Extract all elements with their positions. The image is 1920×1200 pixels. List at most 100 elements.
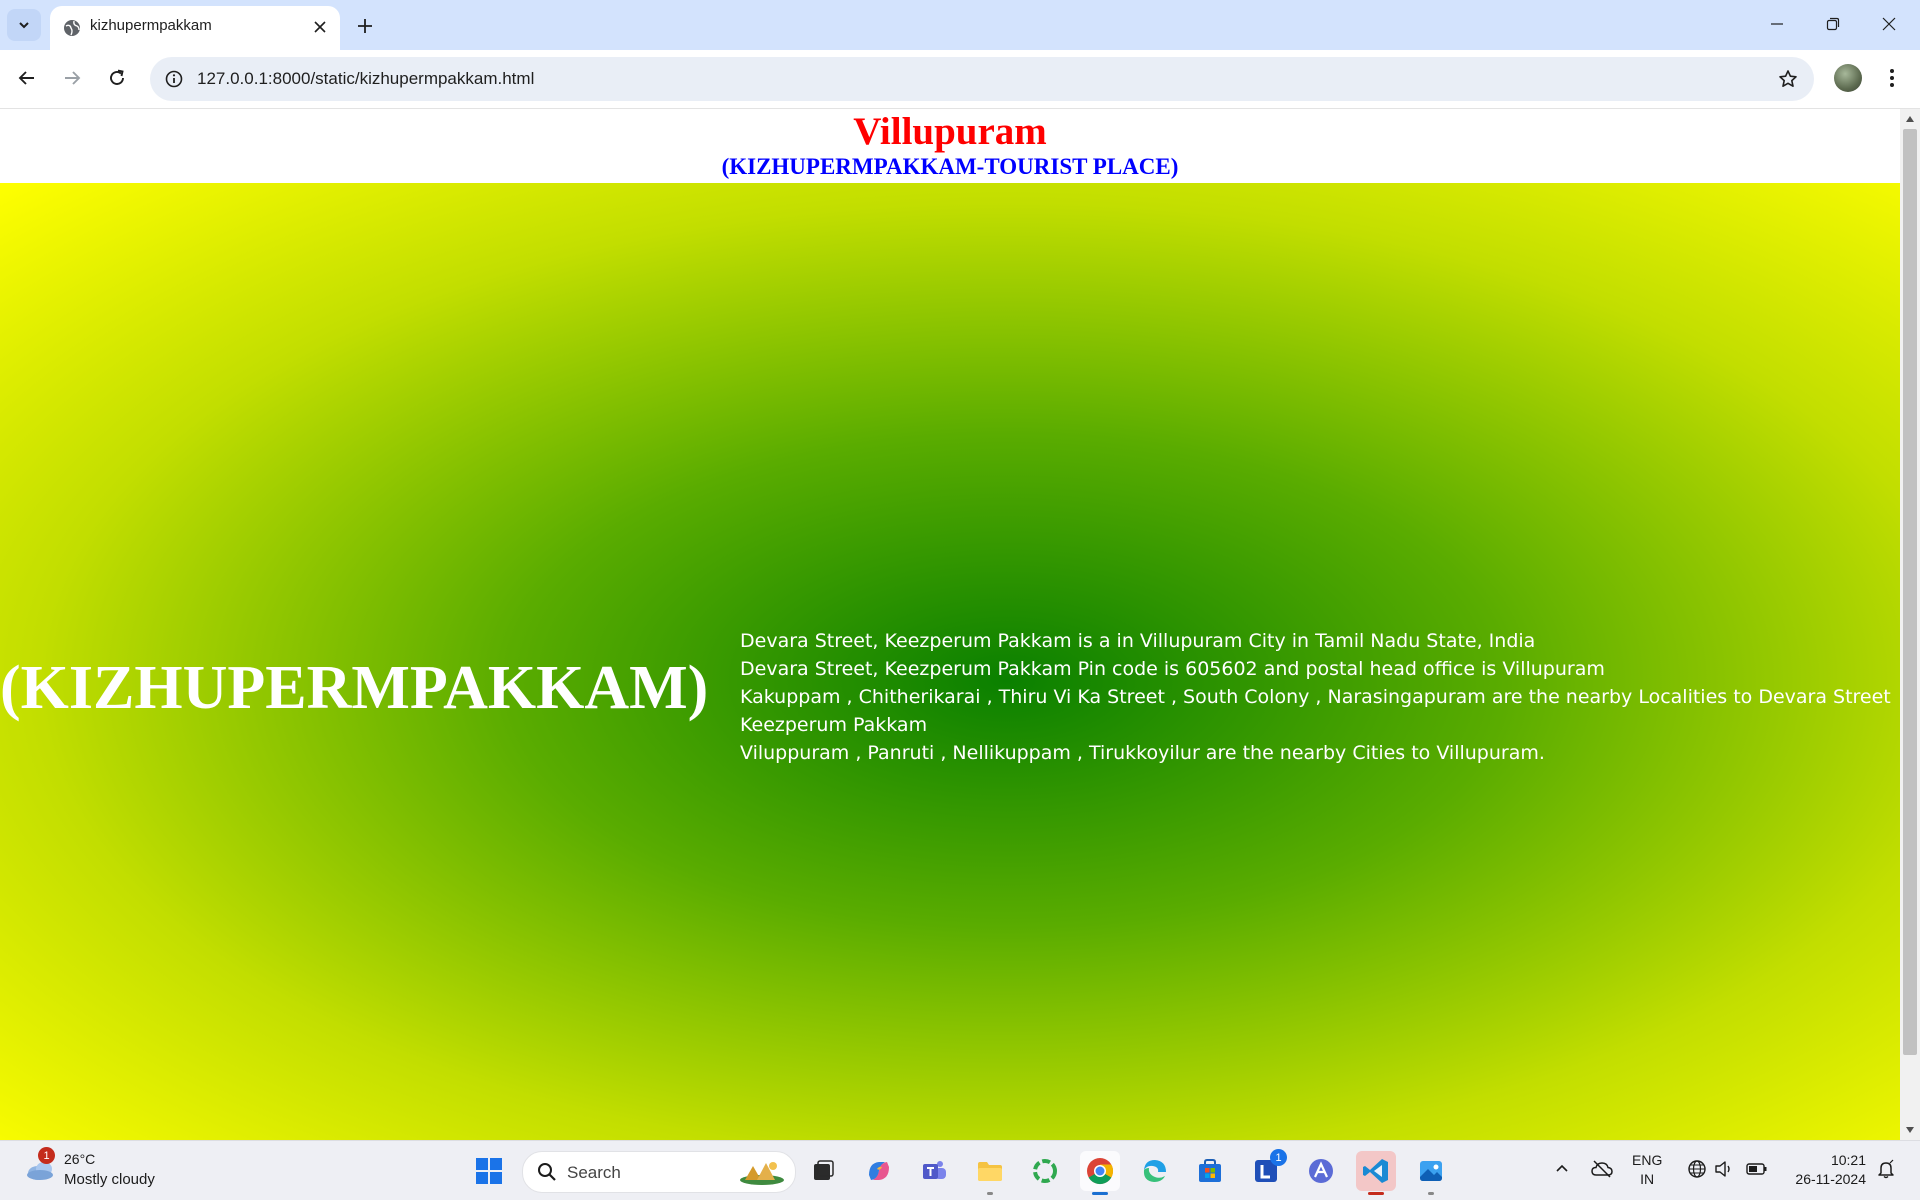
- store-button[interactable]: [1190, 1151, 1230, 1191]
- task-view-button[interactable]: [803, 1151, 843, 1191]
- clock[interactable]: 10:21 26-11-2024: [1780, 1151, 1866, 1189]
- site-info-button[interactable]: [160, 65, 188, 93]
- scroll-up-button[interactable]: [1900, 111, 1920, 127]
- network-button[interactable]: [1685, 1157, 1709, 1181]
- profile-avatar[interactable]: [1834, 64, 1862, 92]
- chevron-up-icon: [1556, 1164, 1568, 1172]
- task-view-icon: [814, 1160, 834, 1180]
- file-explorer-button[interactable]: [970, 1151, 1010, 1195]
- volume-button[interactable]: [1712, 1157, 1736, 1181]
- teams-icon: [923, 1161, 946, 1179]
- search-label: Search: [567, 1163, 621, 1182]
- globe-icon: [1688, 1160, 1706, 1178]
- running-indicator: [1428, 1192, 1434, 1195]
- chrome-icon: [1087, 1158, 1114, 1185]
- browser-tab[interactable]: kizhupermpakkam: [50, 6, 340, 50]
- scroll-down-button[interactable]: [1900, 1122, 1920, 1138]
- description-line: Kakuppam , Chitherikarai , Thiru Vi Ka S…: [740, 686, 1891, 708]
- browser-menu-button[interactable]: [1876, 62, 1908, 94]
- info-icon: [165, 70, 183, 88]
- bookmark-button[interactable]: [1774, 65, 1802, 93]
- start-button[interactable]: [469, 1151, 509, 1191]
- description-line: Devara Street, Keezperum Pakkam Pin code…: [740, 658, 1605, 680]
- restore-icon: [1826, 17, 1840, 31]
- description-line: Keezperum Pakkam: [740, 714, 928, 736]
- minimize-icon: [1771, 23, 1783, 25]
- windows-logo-icon: [476, 1158, 502, 1184]
- search-icon: [538, 1163, 556, 1181]
- cloud-off-icon: [1591, 1160, 1613, 1178]
- description-line: Devara Street, Keezperum Pakkam is a in …: [740, 630, 1536, 652]
- notifications-button[interactable]: [1874, 1157, 1898, 1181]
- photos-icon: [1420, 1161, 1442, 1181]
- scroll-thumb[interactable]: [1903, 129, 1917, 1055]
- triangle-down-icon: [1906, 1127, 1914, 1133]
- minimize-button[interactable]: [1750, 4, 1804, 44]
- forward-button[interactable]: [54, 60, 90, 96]
- onedrive-button[interactable]: [1590, 1157, 1614, 1181]
- address-bar[interactable]: 127.0.0.1:8000/static/kizhupermpakkam.ht…: [150, 57, 1814, 101]
- vertical-scrollbar[interactable]: [1900, 109, 1920, 1140]
- weather-temperature: 26°C: [64, 1151, 96, 1167]
- globe-icon: [64, 20, 80, 36]
- chrome-button[interactable]: [1080, 1151, 1120, 1195]
- clock-time: 10:21: [1830, 1152, 1866, 1168]
- green-app-button[interactable]: [1025, 1151, 1065, 1191]
- show-hidden-icons-button[interactable]: [1552, 1159, 1572, 1179]
- copilot-icon: [869, 1162, 889, 1180]
- page-subtitle: (KIZHUPERMPAKKAM-TOURIST PLACE): [721, 154, 1179, 179]
- running-indicator: [987, 1192, 993, 1195]
- reload-button[interactable]: [99, 60, 135, 96]
- page-viewport: Villupuram (KIZHUPERMPAKKAM-TOURIST PLAC…: [0, 109, 1900, 1140]
- browser-toolbar: 127.0.0.1:8000/static/kizhupermpakkam.ht…: [0, 50, 1920, 109]
- taskbar-search-box[interactable]: Search: [522, 1151, 796, 1193]
- active-indicator: [1368, 1192, 1384, 1195]
- close-icon: [1882, 17, 1896, 31]
- search-highlight-icon: [740, 1162, 784, 1185]
- arrow-left-icon: [18, 71, 34, 85]
- hero-heading: (KIZHUPERMPAKKAM): [0, 654, 709, 722]
- speaker-icon: [1715, 1161, 1730, 1177]
- edge-button[interactable]: [1135, 1151, 1175, 1191]
- input-language-indicator[interactable]: ENG IN: [1632, 1151, 1662, 1189]
- ring-app-icon: [1033, 1159, 1057, 1183]
- bell-icon: [1878, 1159, 1894, 1179]
- triangle-app-icon: [1309, 1159, 1333, 1183]
- folder-icon: [978, 1162, 1002, 1181]
- taskbar: 1 26°C Mostly cloudy Search 1 ENG IN 10:…: [0, 1140, 1920, 1200]
- notification-badge: 1: [1270, 1149, 1287, 1166]
- close-icon: [314, 21, 326, 33]
- back-button[interactable]: [9, 60, 45, 96]
- a-app-button[interactable]: [1301, 1151, 1341, 1191]
- photos-button[interactable]: [1411, 1151, 1451, 1195]
- weather-description: Mostly cloudy: [64, 1171, 155, 1188]
- restore-button[interactable]: [1806, 4, 1860, 44]
- region-code: IN: [1640, 1171, 1655, 1187]
- vscode-button[interactable]: [1356, 1151, 1396, 1195]
- active-indicator: [1092, 1192, 1108, 1195]
- new-tab-button[interactable]: [350, 11, 380, 41]
- reload-icon: [110, 69, 124, 85]
- l-app-button[interactable]: 1: [1246, 1149, 1287, 1191]
- weather-alert-badge: 1: [38, 1147, 55, 1164]
- copilot-button[interactable]: [859, 1151, 899, 1191]
- chevron-down-icon: [19, 22, 29, 29]
- hero-section: (KIZHUPERMPAKKAM) Devara Street, Keezper…: [0, 183, 1900, 1140]
- plus-icon: [358, 19, 372, 33]
- url-text: 127.0.0.1:8000/static/kizhupermpakkam.ht…: [197, 69, 535, 88]
- triangle-up-icon: [1906, 116, 1914, 122]
- close-window-button[interactable]: [1862, 4, 1916, 44]
- vscode-icon: [1363, 1159, 1388, 1183]
- battery-icon: [1746, 1163, 1767, 1175]
- tab-title: kizhupermpakkam: [90, 17, 212, 34]
- teams-button[interactable]: [914, 1151, 954, 1191]
- tab-search-button[interactable]: [7, 9, 41, 41]
- store-icon: [1199, 1159, 1221, 1182]
- hero-description: Devara Street, Keezperum Pakkam is a in …: [740, 627, 1891, 767]
- close-tab-button[interactable]: [308, 15, 332, 39]
- clock-date: 26-11-2024: [1795, 1171, 1866, 1187]
- description-line: Viluppuram , Panruti , Nellikuppam , Tir…: [740, 742, 1545, 764]
- page-title: Villupuram: [853, 110, 1047, 153]
- battery-button[interactable]: [1745, 1157, 1769, 1181]
- page-header: Villupuram (KIZHUPERMPAKKAM-TOURIST PLAC…: [0, 109, 1900, 183]
